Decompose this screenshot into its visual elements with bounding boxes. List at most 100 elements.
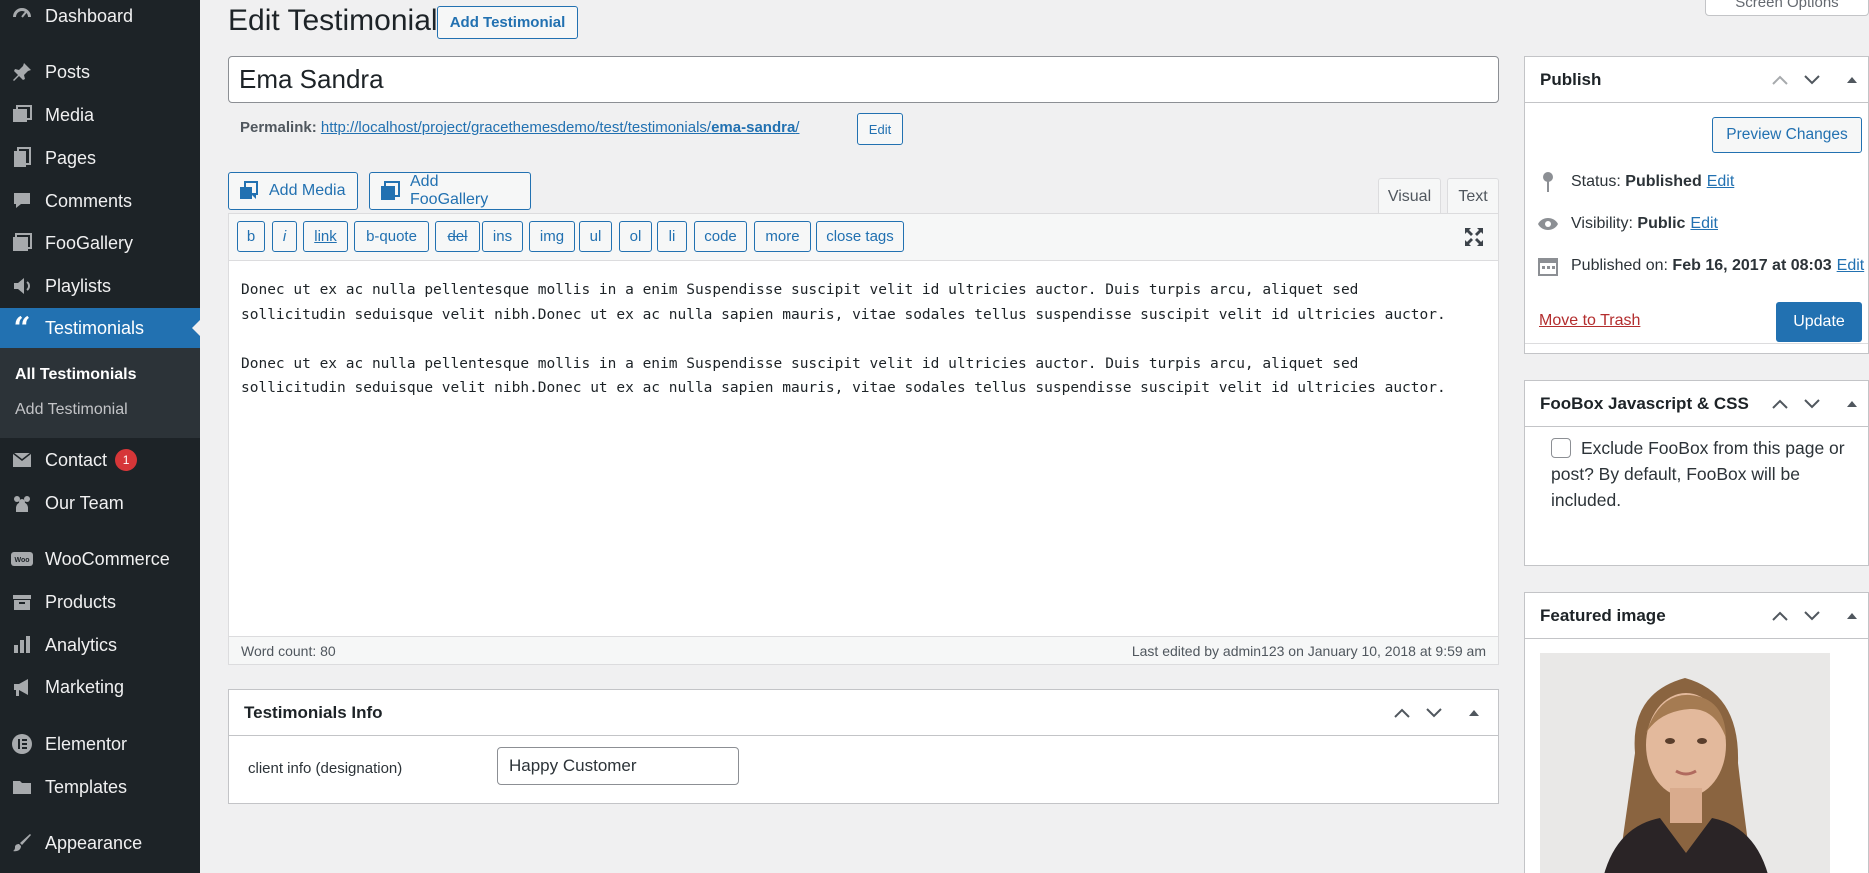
- add-media-label: Add Media: [269, 182, 346, 199]
- pin-icon: [10, 60, 34, 84]
- featured-image-box: Featured image: [1524, 592, 1869, 873]
- sidebar-item-our-team[interactable]: Our Team: [0, 483, 200, 523]
- sidebar-item-label: Templates: [45, 776, 128, 797]
- sidebar-item-label: Our Team: [45, 492, 124, 513]
- sidebar-item-elementor[interactable]: Elementor: [0, 724, 200, 764]
- chevron-down-icon[interactable]: [1800, 68, 1824, 92]
- sidebar-item-woocommerce[interactable]: Woo WooCommerce: [0, 539, 200, 579]
- pages-icon: [10, 146, 34, 170]
- quicktag-ol-button[interactable]: ol: [619, 221, 652, 252]
- sidebar-item-products[interactable]: Products: [0, 582, 200, 622]
- testimonials-info-header: Testimonials Info: [229, 690, 1498, 736]
- admin-sidebar: Dashboard Posts Media Pages Comments Foo…: [0, 0, 200, 873]
- quicktag-link-button[interactable]: link: [303, 221, 348, 252]
- testimonials-submenu: All Testimonials Add Testimonial: [0, 348, 200, 438]
- quicktag-code-button[interactable]: code: [694, 221, 747, 252]
- edit-status-link[interactable]: Edit: [1707, 173, 1735, 191]
- preview-changes-button[interactable]: Preview Changes: [1712, 117, 1862, 153]
- editor-textarea[interactable]: Donec ut ex ac nulla pellentesque mollis…: [241, 278, 1491, 401]
- featured-image-header: Featured image: [1525, 593, 1868, 639]
- chart-icon: [10, 633, 34, 657]
- pin-icon: [1537, 171, 1559, 193]
- folder-icon: [10, 775, 34, 799]
- sidebar-item-analytics[interactable]: Analytics: [0, 625, 200, 665]
- chevron-down-icon[interactable]: [1800, 392, 1824, 416]
- toggle-panel-icon[interactable]: [1840, 68, 1864, 92]
- postbox-title: Publish: [1540, 69, 1602, 89]
- elementor-icon: [10, 732, 34, 756]
- sidebar-item-dashboard[interactable]: Dashboard: [0, 0, 200, 36]
- chevron-down-icon[interactable]: [1422, 701, 1446, 725]
- sidebar-item-media[interactable]: Media: [0, 95, 200, 135]
- client-info-input[interactable]: Happy Customer: [497, 747, 739, 785]
- media-icon: [239, 181, 261, 201]
- svg-text:Woo: Woo: [14, 557, 29, 564]
- sidebar-item-label: Media: [45, 104, 95, 125]
- tab-text[interactable]: Text: [1447, 178, 1499, 215]
- add-media-button[interactable]: Add Media: [228, 172, 358, 210]
- fullscreen-icon[interactable]: [1464, 227, 1484, 247]
- team-icon: [10, 491, 34, 515]
- published-label: Published on:: [1571, 257, 1668, 274]
- edit-visibility-link[interactable]: Edit: [1690, 215, 1718, 233]
- sidebar-item-comments[interactable]: Comments: [0, 181, 200, 221]
- featured-image-thumbnail[interactable]: [1540, 653, 1830, 873]
- sidebar-item-foogallery[interactable]: FooGallery: [0, 223, 200, 263]
- sidebar-item-testimonials[interactable]: “ Testimonials: [0, 308, 200, 348]
- sidebar-item-playlists[interactable]: Playlists: [0, 266, 200, 306]
- edit-date-link[interactable]: Edit: [1837, 257, 1865, 275]
- sidebar-item-label: Analytics: [45, 634, 118, 655]
- sidebar-item-label: Elementor: [45, 733, 128, 754]
- quicktag-ins-button[interactable]: ins: [482, 221, 523, 252]
- permalink-link[interactable]: http://localhost/project/gracethemesdemo…: [321, 119, 800, 136]
- postbox-title: Testimonials Info: [244, 702, 383, 722]
- quicktag-del-button[interactable]: del: [435, 221, 480, 252]
- post-title-input[interactable]: Ema Sandra: [228, 56, 1499, 103]
- toggle-panel-icon[interactable]: [1462, 701, 1486, 725]
- quicktag-more-button[interactable]: more: [754, 221, 811, 252]
- sidebar-item-label: Testimonials: [45, 317, 145, 338]
- divider: [1525, 343, 1868, 344]
- tab-visual[interactable]: Visual: [1378, 178, 1441, 214]
- chevron-up-icon[interactable]: [1390, 701, 1414, 725]
- submenu-all-testimonials[interactable]: All Testimonials: [15, 366, 137, 384]
- sidebar-item-pages[interactable]: Pages: [0, 138, 200, 178]
- toggle-panel-icon[interactable]: [1840, 392, 1864, 416]
- permalink-tail: /: [795, 119, 800, 136]
- add-foogallery-button[interactable]: Add FooGallery: [369, 172, 531, 210]
- add-testimonial-button[interactable]: Add Testimonial: [437, 6, 578, 39]
- calendar-icon: [1537, 255, 1559, 277]
- sidebar-item-appearance[interactable]: Appearance: [0, 823, 200, 863]
- archive-icon: [10, 590, 34, 614]
- last-edited: Last edited by admin123 on January 10, 2…: [1131, 642, 1486, 659]
- foobox-box: FooBox Javascript & CSS Exclude FooBox f…: [1524, 380, 1869, 566]
- sidebar-item-templates[interactable]: Templates: [0, 767, 200, 807]
- sidebar-item-marketing[interactable]: Marketing: [0, 667, 200, 707]
- chevron-up-icon[interactable]: [1768, 68, 1792, 92]
- sidebar-item-posts[interactable]: Posts: [0, 52, 200, 92]
- publish-box: Publish Preview Changes Status: Publishe…: [1524, 56, 1869, 354]
- quicktag-close-tags-button[interactable]: close tags: [816, 221, 904, 252]
- postbox-title: Featured image: [1540, 605, 1666, 625]
- status-row: Status: Published Edit: [1537, 171, 1734, 193]
- submenu-add-testimonial[interactable]: Add Testimonial: [15, 401, 128, 419]
- testimonials-info-box: Testimonials Info client info (designati…: [228, 689, 1499, 804]
- update-button[interactable]: Update: [1776, 302, 1862, 342]
- gallery-icon: [10, 231, 34, 255]
- chevron-down-icon[interactable]: [1800, 604, 1824, 628]
- sidebar-item-contact[interactable]: Contact 1: [0, 440, 200, 480]
- quicktag-img-button[interactable]: img: [529, 221, 575, 252]
- toggle-panel-icon[interactable]: [1840, 604, 1864, 628]
- permalink-edit-button[interactable]: Edit: [857, 113, 903, 145]
- chevron-up-icon[interactable]: [1768, 604, 1792, 628]
- quicktag-ul-button[interactable]: ul: [579, 221, 612, 252]
- quicktag-blockquote-button[interactable]: b-quote: [354, 221, 429, 252]
- quicktag-li-button[interactable]: li: [657, 221, 687, 252]
- chevron-up-icon[interactable]: [1768, 392, 1792, 416]
- quicktag-bold-button[interactable]: b: [237, 221, 265, 252]
- screen-options-button[interactable]: Screen Options: [1705, 0, 1869, 16]
- published-on-row: Published on: Feb 16, 2017 at 08:03 Edit: [1537, 255, 1864, 277]
- quicktag-italic-button[interactable]: i: [272, 221, 297, 252]
- move-to-trash-link[interactable]: Move to Trash: [1539, 312, 1640, 330]
- publish-header: Publish: [1525, 57, 1868, 103]
